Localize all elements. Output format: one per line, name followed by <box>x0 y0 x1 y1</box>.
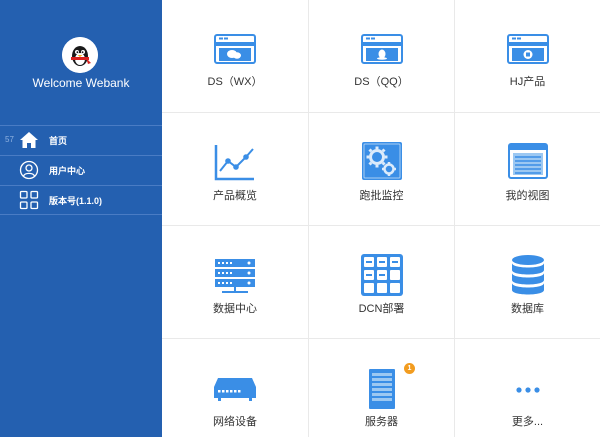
tile-batch-monitor[interactable]: 跑批监控 <box>309 113 455 226</box>
sidebar-item-label: 用户中心 <box>49 166 86 176</box>
tile-product-overview[interactable]: 产品概览 <box>162 113 309 226</box>
tile-label: 网络设备 <box>213 416 257 428</box>
tile-my-view[interactable]: 我的视图 <box>455 113 600 226</box>
sidebar: Welcome Webank 57 首页 用户中心 版本号(1.1.0) <box>0 0 162 437</box>
tile-label: DCN部署 <box>358 303 405 315</box>
tile-label: 数据中心 <box>213 303 257 315</box>
gears-icon <box>362 142 402 180</box>
tile-ds-wx[interactable]: DS（WX） <box>162 0 309 113</box>
user-icon <box>19 160 39 180</box>
tile-hj-product[interactable]: HJ产品 <box>455 0 600 113</box>
sidebar-item-home[interactable]: 57 首页 <box>0 125 162 155</box>
sidebar-item-label: 版本号(1.1.0) <box>49 196 103 206</box>
sidebar-item-user-center[interactable]: 用户中心 <box>0 155 162 185</box>
sidebar-item-version[interactable]: 版本号(1.1.0) <box>0 185 162 215</box>
notification-badge: 1 <box>404 363 415 374</box>
server-rack-icon <box>215 259 255 293</box>
tile-network-device[interactable]: 网络设备 <box>162 339 309 437</box>
view-window-icon <box>508 143 548 179</box>
database-icon <box>512 255 544 295</box>
tile-dcn-deploy[interactable]: DCN部署 <box>309 226 455 339</box>
tile-label: 更多... <box>511 416 544 428</box>
tile-label: DS（WX） <box>207 76 263 88</box>
tile-label: 我的视图 <box>505 190 550 202</box>
product-card-icon <box>507 34 549 64</box>
dcn-grid-icon <box>361 254 403 296</box>
grid-icon <box>19 190 39 210</box>
tile-label: HJ产品 <box>509 76 546 88</box>
qq-card-icon <box>361 34 403 64</box>
network-device-icon <box>214 378 256 401</box>
tile-label: 服务器 <box>365 416 398 428</box>
tile-database[interactable]: 数据库 <box>455 226 600 339</box>
tile-ds-qq[interactable]: DS（QQ） <box>309 0 455 113</box>
sidebar-nav: 57 首页 用户中心 版本号(1.1.0) <box>0 125 162 215</box>
tile-data-center[interactable]: 数据中心 <box>162 226 309 339</box>
sidebar-item-label: 首页 <box>49 136 68 146</box>
server-tower-icon <box>369 369 395 409</box>
tile-label: DS（QQ） <box>354 76 409 88</box>
penguin-logo-icon <box>62 37 98 73</box>
app-grid: DS（WX） DS（QQ） HJ产品 产品概览 跑批监控 我的视图 数据中心 D… <box>162 0 600 437</box>
tile-server[interactable]: 1 服务器 <box>309 339 455 437</box>
sidebar-item-prefix: 57 <box>5 135 14 144</box>
tile-label: 产品概览 <box>213 190 257 202</box>
line-chart-icon <box>214 145 254 181</box>
more-dots-icon <box>516 387 540 393</box>
avatar[interactable] <box>62 37 98 73</box>
tile-more[interactable]: 更多... <box>455 339 600 437</box>
wechat-card-icon <box>214 34 256 64</box>
home-icon <box>20 132 38 148</box>
welcome-text: Welcome Webank <box>32 76 130 90</box>
tile-label: 数据库 <box>511 303 544 315</box>
tile-label: 跑批监控 <box>359 190 404 202</box>
